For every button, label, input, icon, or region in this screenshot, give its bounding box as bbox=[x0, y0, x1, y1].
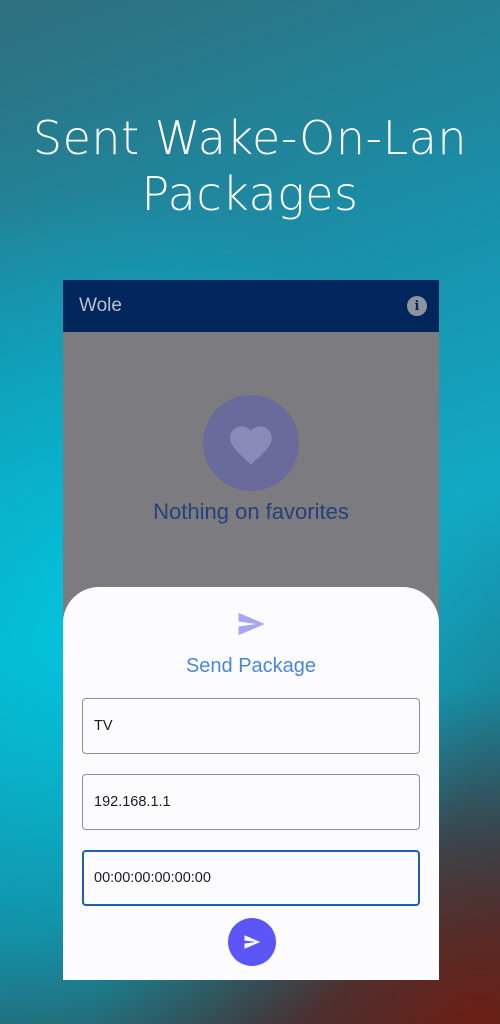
info-glyph: i bbox=[414, 298, 420, 314]
ip-address-field[interactable]: 192.168.1.1 bbox=[82, 774, 420, 830]
empty-state-text: Nothing on favorites bbox=[153, 499, 349, 524]
promo-title-line1: Sent Wake-On-Lan bbox=[32, 111, 468, 165]
send-button[interactable] bbox=[228, 918, 276, 966]
empty-state: Nothing on favorites bbox=[63, 395, 439, 525]
name-field[interactable]: TV bbox=[82, 698, 420, 754]
app-title: Wole bbox=[79, 295, 122, 316]
promo-title: Sent Wake-On-Lan Packages bbox=[0, 110, 500, 222]
mac-address-field-value: 00:00:00:00:00:00 bbox=[94, 870, 211, 886]
sheet-title: Send Package bbox=[185, 655, 317, 677]
ip-address-field-value: 192.168.1.1 bbox=[94, 794, 171, 810]
send-icon bbox=[244, 935, 261, 949]
name-field-value: TV bbox=[94, 718, 113, 734]
info-icon[interactable]: i bbox=[407, 296, 427, 316]
mac-address-field[interactable]: 00:00:00:00:00:00 bbox=[82, 850, 420, 906]
heart-icon bbox=[203, 395, 299, 491]
send-icon bbox=[238, 612, 265, 636]
promo-title-line2: Packages bbox=[141, 167, 359, 221]
phone-screen: Wole i Nothing on favorites Send Package… bbox=[63, 280, 439, 980]
app-bar: Wole i bbox=[63, 280, 439, 332]
